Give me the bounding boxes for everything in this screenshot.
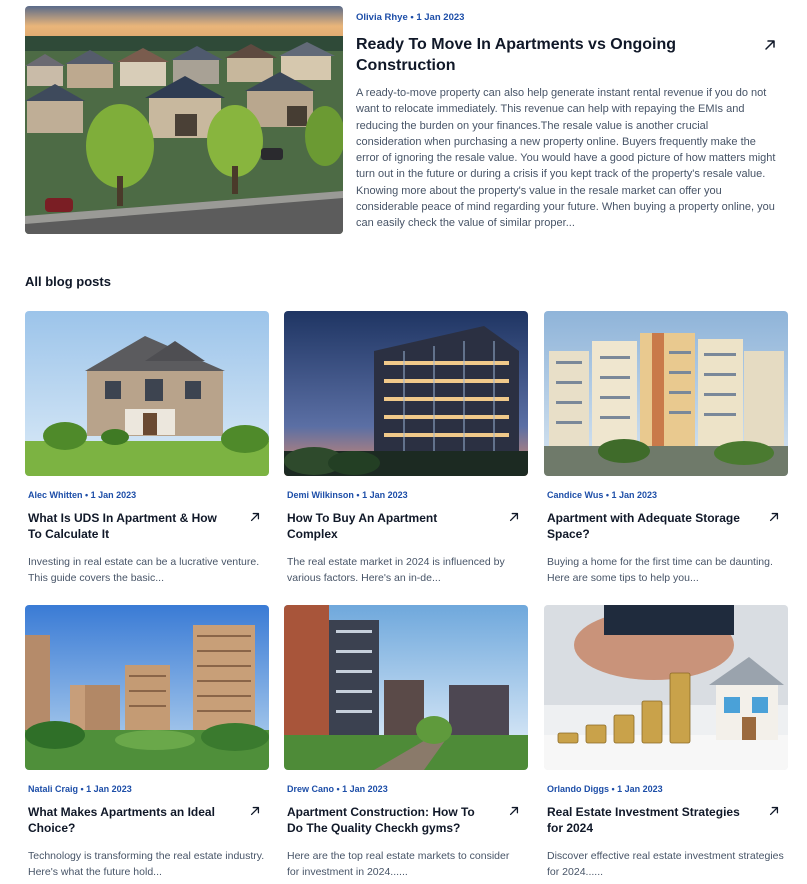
post-title[interactable]: Apartment with Adequate Storage Space? [547,511,747,542]
section-title: All blog posts [25,274,111,289]
arrow-up-right-icon[interactable] [249,511,261,523]
post-title[interactable]: What Is UDS In Apartment & How To Calcul… [28,511,228,542]
post-title-row[interactable]: What Is UDS In Apartment & How To Calcul… [25,511,269,542]
post-excerpt: Buying a home for the first time can be … [547,556,773,584]
post-meta: Candice Wus • 1 Jan 2023 [547,490,658,500]
post-title-row[interactable]: Apartment Construction: How To Do The Qu… [284,805,528,836]
post-meta: Natali Craig • 1 Jan 2023 [28,784,132,794]
post-title-row[interactable]: Apartment with Adequate Storage Space? [544,511,788,542]
post-title-row[interactable]: What Makes Apartments an Ideal Choice? [25,805,269,836]
arrow-up-right-icon[interactable] [768,805,780,817]
arrow-up-right-icon[interactable] [508,511,520,523]
featured-post[interactable]: Olivia Rhye • 1 Jan 2023 Ready To Move I… [25,6,785,234]
post-excerpt: The real estate market in 2024 is influe… [287,556,505,584]
blog-post-card[interactable]: Alec Whitten • 1 Jan 2023 What Is UDS In… [25,311,269,586]
post-meta: Drew Cano • 1 Jan 2023 [287,784,388,794]
coins-house-image[interactable] [544,605,788,770]
post-meta: Demi Wilkinson • 1 Jan 2023 [287,490,408,500]
modern-building-dusk-image[interactable] [284,311,528,476]
arrow-up-right-icon[interactable] [768,511,780,523]
blog-post-card[interactable]: Orlando Diggs • 1 Jan 2023 Real Estate I… [544,605,788,880]
arrow-up-right-icon[interactable] [249,805,261,817]
apartment-walkway-image[interactable] [284,605,528,770]
post-excerpt: Discover effective real estate investmen… [547,850,784,878]
post-excerpt: Investing in real estate can be a lucrat… [28,556,260,584]
featured-post-title-row[interactable]: Ready To Move In Apartments vs Ongoing C… [356,34,785,76]
post-title[interactable]: What Makes Apartments an Ideal Choice? [28,805,228,836]
post-title-row[interactable]: Real Estate Investment Strategies for 20… [544,805,788,836]
post-excerpt: Technology is transforming the real esta… [28,850,265,878]
featured-post-body: Olivia Rhye • 1 Jan 2023 Ready To Move I… [356,6,785,232]
post-title[interactable]: How To Buy An Apartment Complex [287,511,487,542]
high-rise-towers-image[interactable] [25,605,269,770]
suburban-houses-aerial-image[interactable] [25,6,343,234]
post-excerpt: Here are the top real estate markets to … [287,850,510,878]
featured-post-excerpt: A ready-to-move property can also help g… [356,87,776,230]
post-meta: Orlando Diggs • 1 Jan 2023 [547,784,663,794]
featured-post-meta: Olivia Rhye • 1 Jan 2023 [356,12,465,23]
apartment-blocks-image[interactable] [544,311,788,476]
post-title[interactable]: Real Estate Investment Strategies for 20… [547,805,747,836]
arrow-up-right-icon[interactable] [508,805,520,817]
post-meta: Alec Whitten • 1 Jan 2023 [28,490,137,500]
post-title-row[interactable]: How To Buy An Apartment Complex [284,511,528,542]
suburban-house-image[interactable] [25,311,269,476]
blog-post-card[interactable]: Drew Cano • 1 Jan 2023 Apartment Constru… [284,605,528,880]
blog-post-card[interactable]: Demi Wilkinson • 1 Jan 2023 How To Buy A… [284,311,528,586]
featured-post-title[interactable]: Ready To Move In Apartments vs Ongoing C… [356,34,736,76]
arrow-up-right-icon[interactable] [763,38,777,52]
post-title[interactable]: Apartment Construction: How To Do The Qu… [287,805,487,836]
blog-post-card[interactable]: Natali Craig • 1 Jan 2023 What Makes Apa… [25,605,269,880]
blog-post-card[interactable]: Candice Wus • 1 Jan 2023 Apartment with … [544,311,788,586]
